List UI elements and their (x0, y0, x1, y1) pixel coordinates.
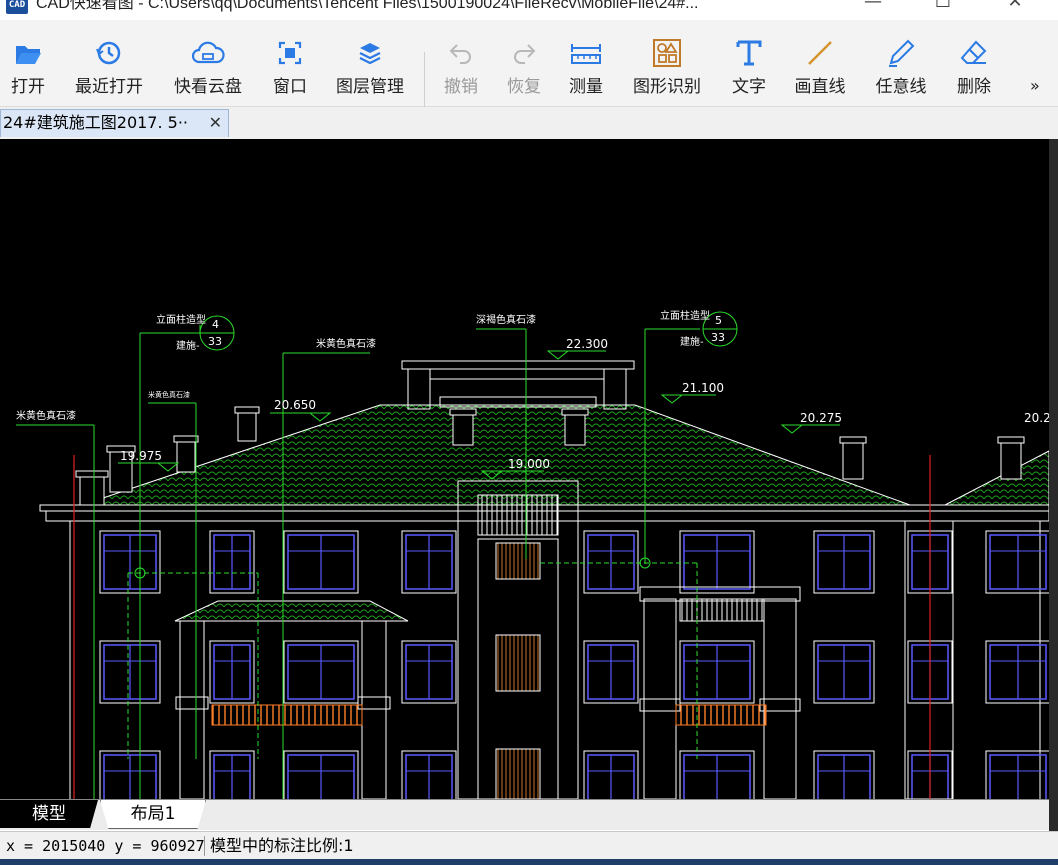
elevation-22300: 22.300 (566, 337, 608, 351)
elevation-cut: 20.2 (1024, 411, 1049, 425)
close-window-button[interactable]: ✕ (1000, 0, 1030, 14)
tower-top (401, 360, 635, 410)
annotation-ref-left: 建施- (176, 339, 200, 352)
elevation-19975: 19.975 (120, 449, 162, 463)
layout-tab-bar: 模型 布局1 (0, 799, 1049, 830)
undo-icon (449, 44, 471, 64)
cornice (39, 504, 1049, 799)
text-t-icon (736, 40, 762, 66)
layers-icon (359, 43, 381, 65)
window-button[interactable]: 窗口 (270, 38, 310, 100)
side-panel-edge (1049, 139, 1058, 831)
annotation-ref-right: 建施- (680, 335, 704, 348)
ruler-icon (571, 44, 601, 64)
layer-manager-button[interactable]: 图层管理 (333, 38, 407, 100)
callout-right-number: 5 (715, 314, 722, 327)
line-icon (808, 41, 832, 65)
window-title: CAD快速看图 - C:\Users\qq\Documents\Tencent … (36, 0, 699, 12)
elevation-20275: 20.275 (800, 411, 842, 425)
document-tab-label: 24#建筑施工图2017. 5·· (3, 113, 189, 132)
elevation-20650: 20.650 (274, 398, 316, 412)
main-roof (99, 404, 911, 506)
shape-recognition-icon (653, 39, 681, 67)
shape-recognition-button[interactable]: 图形识别 (630, 38, 704, 100)
history-clock-icon (96, 41, 121, 65)
minimize-button[interactable]: — (858, 0, 888, 14)
cursor-coordinates: x = 2015040 y = 960927 (6, 837, 205, 855)
status-bar: x = 2015040 y = 960927 模型中的标注比例:1 (0, 831, 1058, 860)
balcony-rail-left (211, 704, 363, 726)
freehand-line-button[interactable]: 任意线 (873, 38, 929, 100)
annotation-beige-stone-paint: 米黄色真石漆 (316, 337, 376, 350)
annotation-beige-stone-paint-left: 米黄色真石漆 (16, 409, 76, 422)
measure-button[interactable]: 测量 (566, 38, 606, 100)
text-button[interactable]: 文字 (729, 38, 769, 100)
balcony-rail-right (675, 704, 767, 726)
right-roof (944, 450, 1049, 506)
eraser-icon (960, 40, 987, 64)
window-icon (278, 41, 302, 65)
annotation-column-style-right: 立面柱造型 (660, 309, 710, 322)
status-divider (204, 836, 205, 856)
tab-model[interactable]: 模型 (0, 800, 98, 828)
callout-left-sheet: 33 (208, 335, 222, 348)
tab-close-icon[interactable]: ✕ (209, 110, 222, 136)
draw-line-button[interactable]: 画直线 (792, 38, 848, 100)
elevation-19000: 19.000 (508, 457, 550, 471)
delete-button[interactable]: 删除 (954, 38, 994, 100)
windows (99, 530, 1049, 799)
folder-open-icon (16, 46, 41, 64)
document-tab[interactable]: 24#建筑施工图2017. 5·· ✕ (0, 109, 229, 137)
elevation-21100: 21.100 (682, 381, 724, 395)
cloud-drive-button[interactable]: 快看云盘 (170, 38, 246, 100)
cloud-drive-icon (191, 41, 225, 64)
redo-button[interactable]: 恢复 (504, 38, 544, 100)
redo-icon (514, 44, 536, 64)
taskbar-edge (0, 859, 1058, 865)
callout-right-sheet: 33 (711, 331, 725, 344)
annotation-scale: 模型中的标注比例:1 (210, 836, 354, 855)
cad-elevation-drawing[interactable]: 立面柱造型 建施- 4 33 米黄色真石漆 深褐色真石漆 立面柱造型 建施- 5… (0, 139, 1049, 799)
recent-open-button[interactable]: 最近打开 (72, 38, 146, 100)
undo-button[interactable]: 撤销 (441, 38, 481, 100)
drawing-canvas[interactable]: 立面柱造型 建施- 4 33 米黄色真石漆 深褐色真石漆 立面柱造型 建施- 5… (0, 139, 1049, 799)
pen-icon (889, 39, 915, 67)
tab-layout1[interactable]: 布局1 (100, 800, 206, 829)
more-tools-button[interactable]: » (1030, 76, 1040, 95)
callout-left-number: 4 (212, 318, 219, 331)
porch-roof (174, 600, 409, 622)
open-button[interactable]: 打开 (8, 38, 48, 100)
stair-tower (457, 480, 579, 799)
annotation-column-style-left: 立面柱造型 (156, 313, 206, 326)
annotation-dark-brown-stone-paint: 深褐色真石漆 (476, 313, 536, 326)
title-bar: CAD CAD快速看图 - C:\Users\qq\Documents\Tenc… (0, 0, 1058, 20)
maximize-button[interactable]: ☐ (928, 0, 958, 14)
document-tab-bar: 24#建筑施工图2017. 5·· ✕ (0, 107, 1058, 139)
main-toolbar: 打开 最近打开 快看云盘 窗口 图层管理 撤销 恢复 测量 图形识别 文字 画直… (0, 20, 1058, 120)
annotation-beige-stone-paint-small: 米黄色真石漆 (148, 390, 190, 399)
app-logo: CAD (6, 0, 28, 14)
